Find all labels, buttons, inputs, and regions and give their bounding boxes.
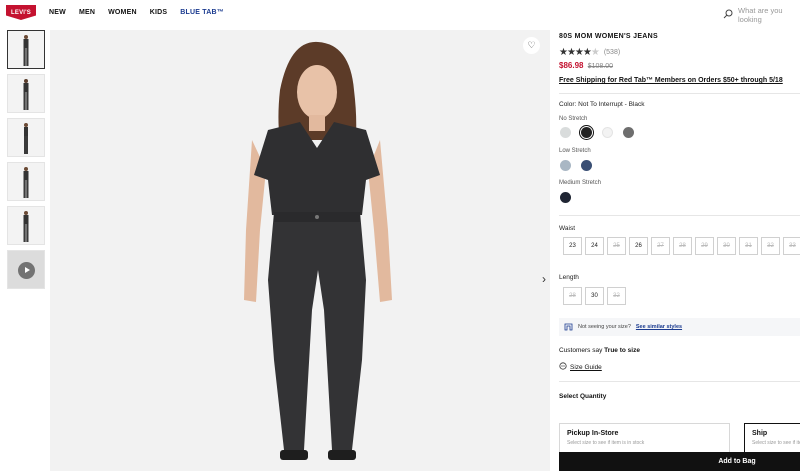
original-price: $108.00 (587, 63, 614, 70)
size-guide-link[interactable]: Size Guide (559, 362, 602, 372)
medium-stretch-label: Medium Stretch (559, 180, 602, 186)
price-row: $86.98 $108.00 (559, 61, 800, 70)
ship-option[interactable]: Ship Select size to see if item (744, 423, 800, 455)
play-icon[interactable] (18, 262, 35, 279)
model-illustration (244, 41, 392, 460)
color-swatch-white[interactable] (602, 127, 613, 138)
divider (559, 93, 800, 94)
size-guide-text[interactable]: Size Guide (570, 364, 602, 371)
levis-logo[interactable]: LEVI'S (6, 5, 36, 20)
waist-size-option[interactable]: 27 (651, 237, 670, 255)
ruler-icon (559, 362, 567, 372)
waist-size-option[interactable]: 24 (585, 237, 604, 255)
color-swatch-black[interactable] (581, 127, 592, 138)
see-similar-styles-link[interactable]: See similar styles (636, 324, 682, 330)
product-image: ♡ › (50, 30, 550, 471)
review-count[interactable]: (538) (604, 49, 620, 56)
product-title: 80S MOM WOMEN'S JEANS (559, 33, 658, 40)
pickup-subtext: Select size to see if item is in stock (567, 440, 645, 446)
length-label: Length (559, 274, 579, 281)
customers-say: Customers say True to size (559, 347, 640, 354)
length-size-option[interactable]: 32 (607, 287, 626, 305)
nav-women[interactable]: WOMEN (108, 9, 137, 16)
color-swatch-light-gray[interactable] (560, 127, 571, 138)
divider (559, 381, 800, 382)
waist-size-option[interactable]: 25 (607, 237, 626, 255)
search-icon[interactable] (723, 9, 733, 21)
add-to-bag-button[interactable]: Add to Bag (559, 452, 800, 471)
waist-size-option[interactable]: 23 (563, 237, 582, 255)
color-label: Color: (559, 101, 577, 108)
product-info: 80S MOM WOMEN'S JEANS ★★★★★ (538) $86.98… (559, 30, 800, 84)
thumbnail-detail[interactable] (7, 206, 45, 245)
search-bar[interactable]: What are you looking (723, 6, 800, 24)
color-selected-name: Not To Interrupt - Black (578, 101, 645, 108)
length-size-option[interactable]: 28 (563, 287, 582, 305)
thumbnail-pose[interactable] (7, 162, 45, 201)
color-swatch-dark-blue[interactable] (581, 160, 592, 171)
rating-stars-icon: ★★★★★ (559, 47, 600, 58)
nav-men[interactable]: MEN (79, 9, 95, 16)
pickup-in-store-option[interactable]: Pickup In-Store Select size to see if it… (559, 423, 730, 455)
low-stretch-label: Low Stretch (559, 148, 591, 154)
no-stretch-label: No Stretch (559, 116, 588, 122)
waist-size-option[interactable]: 28 (673, 237, 692, 255)
waist-size-option[interactable]: 31 (739, 237, 758, 255)
waist-size-option[interactable]: 30 (717, 237, 736, 255)
ship-title: Ship (752, 430, 768, 437)
color-swatch-gray[interactable] (623, 127, 634, 138)
select-quantity-label: Select Quantity (559, 393, 607, 400)
length-size-option[interactable]: 30 (585, 287, 604, 305)
sale-price: $86.98 (559, 61, 584, 70)
fit-help-text: Not seeing your size? (578, 324, 631, 330)
shipping-banner-link[interactable]: Free Shipping for Red Tab™ Members on Or… (559, 77, 800, 84)
fit-help-row: Not seeing your size? See similar styles (559, 318, 800, 336)
waist-size-option[interactable]: 32 (761, 237, 780, 255)
customers-say-value: True to size (604, 347, 640, 354)
nav-blue-tab[interactable]: BLUE TAB™ (180, 9, 224, 16)
waist-size-option[interactable]: 26 (629, 237, 648, 255)
thumbnail-gallery (7, 30, 45, 294)
waist-size-option[interactable]: 29 (695, 237, 714, 255)
hanger-icon (564, 322, 573, 333)
pickup-title: Pickup In-Store (567, 430, 619, 437)
thumbnail-front[interactable] (7, 30, 45, 69)
color-swatch-light-blue[interactable] (560, 160, 571, 171)
waist-label: Waist (559, 225, 576, 232)
nav-new[interactable]: NEW (49, 9, 66, 16)
waist-size-option[interactable]: 33 (783, 237, 800, 255)
site-header: LEVI'S NEW MEN WOMEN KIDS BLUE TAB™ What… (0, 0, 800, 28)
search-input[interactable]: What are you looking (738, 6, 800, 24)
wishlist-heart-icon[interactable]: ♡ (523, 37, 540, 54)
next-image-arrow-icon[interactable]: › (542, 272, 546, 286)
rating-row[interactable]: ★★★★★ (538) (559, 47, 800, 58)
ship-subtext: Select size to see if item (752, 440, 800, 446)
color-swatch-navy[interactable] (560, 192, 571, 203)
customers-say-prefix: Customers say (559, 347, 603, 354)
thumbnail-side[interactable] (7, 118, 45, 157)
thumbnail-back[interactable] (7, 74, 45, 113)
nav-kids[interactable]: KIDS (150, 9, 168, 16)
divider (559, 215, 800, 216)
thumbnail-video[interactable] (7, 250, 45, 289)
color-label-row: Color: Not To Interrupt - Black (559, 101, 645, 108)
main-nav: NEW MEN WOMEN KIDS BLUE TAB™ (49, 9, 224, 16)
